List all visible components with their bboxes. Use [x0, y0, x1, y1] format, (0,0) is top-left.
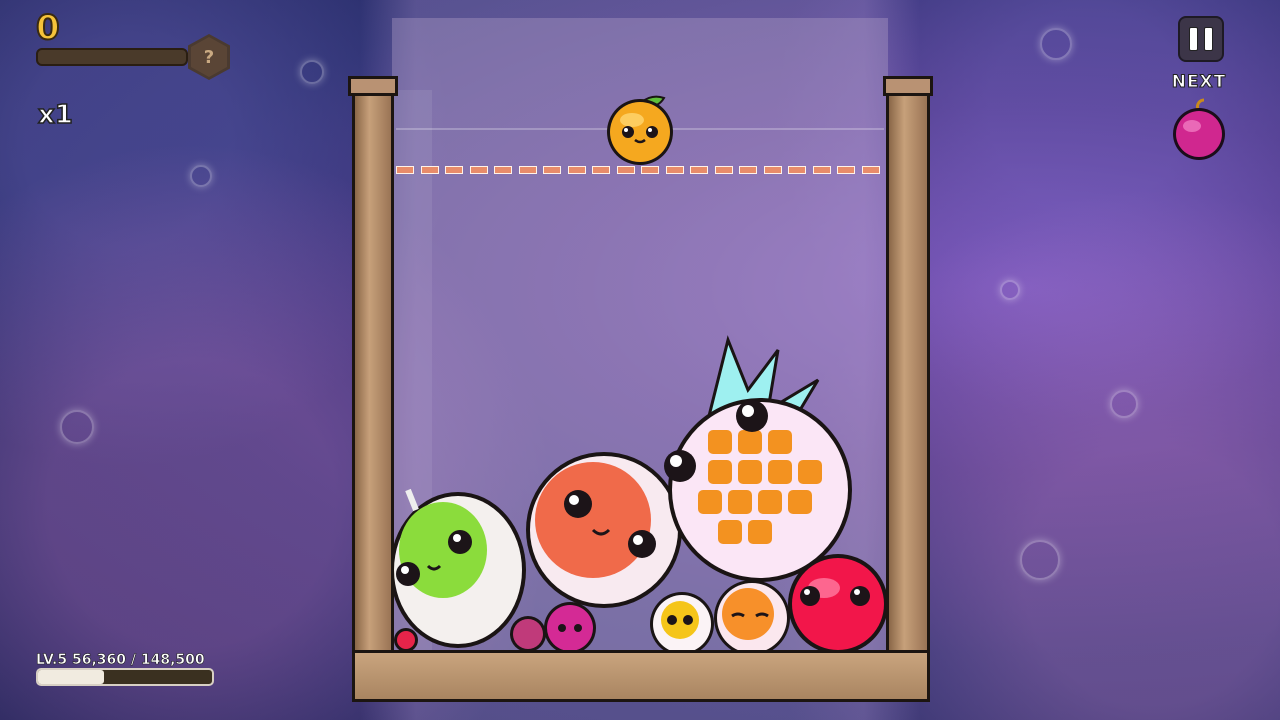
orange-fruit — [714, 580, 790, 656]
sparkle — [1110, 390, 1138, 418]
pear-fruit — [390, 488, 526, 648]
sparkle — [1020, 540, 1060, 580]
sparkle — [190, 165, 212, 187]
level-progress-fill — [38, 670, 105, 684]
pineapple-fruit — [664, 335, 852, 582]
strawberry-fruit — [394, 628, 418, 652]
plum-fruit — [544, 602, 596, 654]
sparkle — [300, 60, 324, 84]
fruit-pile — [390, 335, 888, 656]
sparkle — [1040, 28, 1072, 60]
score-counter: 0 — [35, 7, 61, 49]
next-fruit-plum — [1173, 98, 1225, 160]
danger-line-dash — [739, 166, 757, 174]
current-fruit-orange[interactable] — [602, 88, 678, 168]
danger-line-dash — [420, 166, 439, 174]
container-floor — [352, 650, 930, 702]
danger-line-dash — [518, 166, 537, 174]
pause-button[interactable] — [1178, 16, 1224, 62]
danger-line-dash — [494, 166, 512, 174]
combo-multiplier: x1 — [37, 99, 73, 131]
danger-line-dash — [788, 166, 806, 174]
danger-line-dash — [445, 166, 463, 174]
danger-line-dash — [837, 166, 855, 174]
danger-line-dash — [543, 166, 561, 174]
score-progress-bar — [36, 48, 188, 66]
grape-fruit — [510, 616, 546, 652]
level-progress-bar — [36, 668, 214, 686]
next-label: NEXT — [1171, 72, 1227, 93]
level-text: LV.5 56,360 / 148,500 — [36, 652, 205, 669]
sparkle — [1000, 280, 1020, 300]
container-right-wall — [886, 78, 930, 662]
danger-line-dash — [861, 166, 880, 174]
danger-line-dash — [396, 166, 414, 174]
container-left-cap — [348, 76, 398, 96]
lemon-fruit — [650, 592, 714, 656]
danger-line-dash — [763, 166, 782, 174]
peach-fruit — [526, 452, 682, 608]
container-right-cap — [883, 76, 933, 96]
danger-line-dash — [567, 166, 586, 174]
apple-fruit — [788, 554, 888, 654]
danger-line-dash — [714, 166, 733, 174]
danger-line-dash — [469, 166, 488, 174]
danger-line-dash — [812, 166, 831, 174]
sparkle — [60, 410, 94, 444]
container-left-wall — [352, 78, 394, 662]
danger-line-dash — [690, 166, 708, 174]
pause-icon — [1189, 27, 1198, 51]
pause-icon — [1204, 27, 1213, 51]
